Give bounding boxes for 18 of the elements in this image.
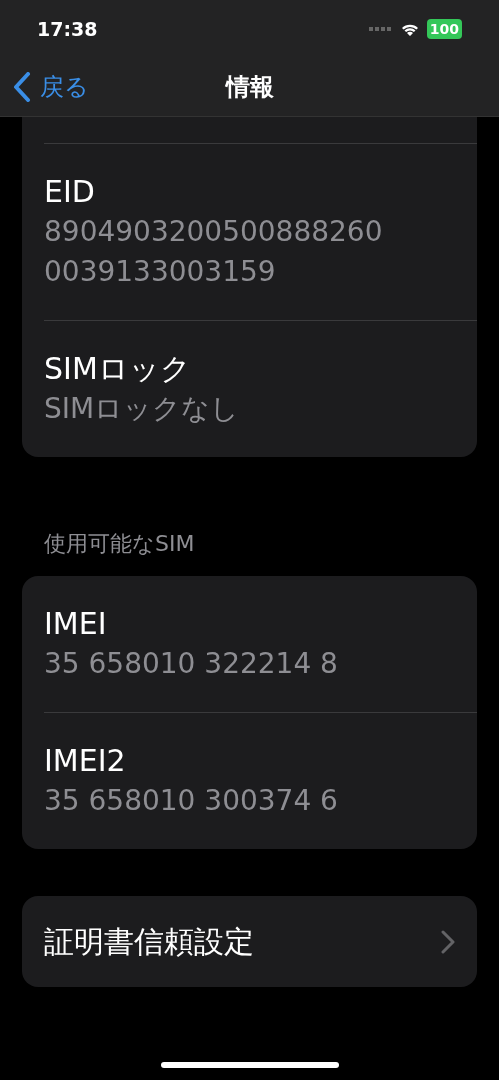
page-title: 情報	[225, 72, 274, 103]
certificate-trust-settings-row[interactable]: 証明書信頼設定	[22, 896, 477, 987]
section-header: 使用可能なSIM	[43, 530, 196, 558]
wifi-icon	[400, 22, 419, 36]
row-value: 35 658010 322214 8	[44, 646, 339, 682]
status-time: 17:38	[37, 16, 98, 42]
row-label: IMEI2	[44, 742, 127, 780]
chevron-left-icon	[12, 72, 32, 102]
battery-indicator: 100	[426, 19, 462, 39]
row-label: SIMロック	[44, 350, 192, 388]
chevron-right-icon	[441, 929, 455, 954]
row-value: SIMロックなし	[44, 391, 241, 427]
row-value: 35 658010 300374 6	[44, 783, 339, 819]
row-value: 89049032005008882600039133003159	[44, 214, 384, 290]
back-button[interactable]: 戻る	[0, 69, 89, 105]
row-label: EID	[44, 173, 96, 211]
row-label: IMEI	[44, 605, 108, 643]
signal-icon	[368, 27, 393, 31]
